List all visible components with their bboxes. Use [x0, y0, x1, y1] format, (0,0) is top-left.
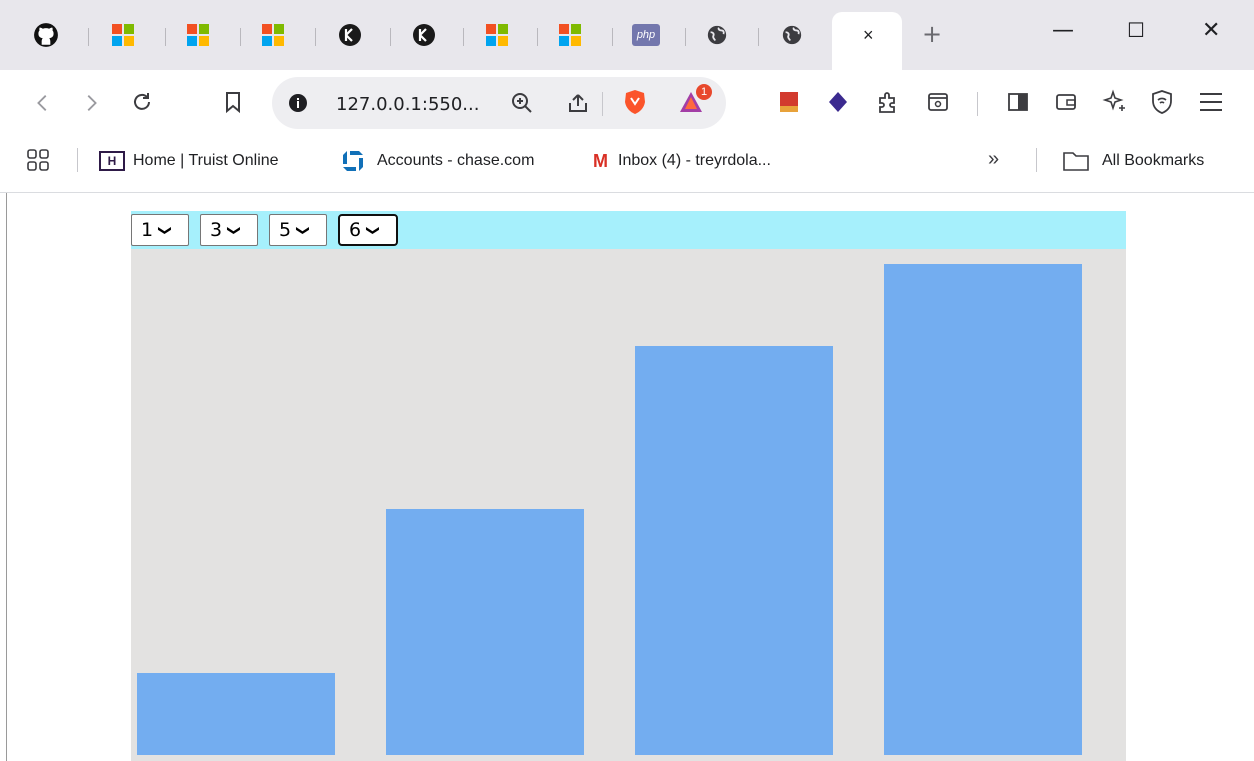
globe-icon	[707, 25, 727, 45]
bar-6	[884, 264, 1082, 755]
tab-strip: php × + — ☐ ✕	[0, 0, 1254, 70]
new-tab-button[interactable]: +	[922, 20, 942, 48]
page-edge-line	[6, 193, 7, 761]
tab-github[interactable]	[26, 12, 66, 58]
microsoft-icon	[262, 24, 284, 46]
zoom-icon[interactable]	[510, 91, 534, 115]
bookmark-chase-label: Accounts - chase.com	[377, 152, 535, 169]
tab-separator	[612, 28, 613, 46]
extension-diamond-icon[interactable]	[826, 90, 850, 114]
php-icon-label: php	[636, 29, 656, 41]
tab-globe-2[interactable]	[772, 12, 812, 58]
tab-separator	[463, 28, 464, 46]
chevron-down-icon: ❯	[365, 224, 381, 236]
back-icon[interactable]	[32, 92, 54, 114]
select-4[interactable]: 6 ❯	[338, 214, 398, 246]
microsoft-icon	[187, 24, 209, 46]
php-icon: php	[632, 24, 660, 46]
select-4-value: 6	[349, 219, 362, 241]
bookmarks-overflow-button[interactable]: »	[988, 148, 999, 171]
gmail-icon: M	[593, 151, 608, 172]
select-3[interactable]: 5 ❯	[269, 214, 327, 246]
microsoft-icon	[486, 24, 508, 46]
apps-grid-icon[interactable]	[26, 148, 50, 172]
menu-icon[interactable]	[1198, 90, 1224, 114]
chevron-down-icon: ❯	[157, 224, 173, 236]
truist-icon: H	[99, 151, 125, 171]
truist-icon-text: H	[107, 154, 117, 168]
select-2-value: 3	[210, 219, 223, 241]
tab-separator	[537, 28, 538, 46]
minimize-button[interactable]: —	[1052, 18, 1074, 43]
bookmark-truist-label: Home | Truist Online	[133, 152, 279, 169]
all-bookmarks-label: All Bookmarks	[1102, 152, 1205, 169]
bookmarks-separator	[1036, 148, 1037, 172]
microsoft-icon	[559, 24, 581, 46]
bar-5	[635, 346, 833, 755]
tab-separator	[390, 28, 391, 46]
tab-separator	[165, 28, 166, 46]
tab-close-button[interactable]: ×	[863, 25, 874, 46]
gmail-icon-text: M	[593, 150, 608, 171]
share-icon[interactable]	[566, 91, 590, 115]
chase-icon	[343, 151, 363, 171]
github-icon	[34, 23, 58, 47]
reload-icon[interactable]	[130, 90, 154, 114]
tab-globe-1[interactable]	[697, 12, 737, 58]
k-icon	[413, 24, 435, 46]
tab-microsoft-4[interactable]	[477, 12, 517, 58]
microsoft-icon	[112, 24, 134, 46]
site-info-icon[interactable]	[288, 93, 308, 113]
bookmark-gmail[interactable]: M Inbox (4) - treyrdola...	[593, 150, 771, 172]
rewards-badge-count: 1	[700, 86, 708, 98]
tab-microsoft-3[interactable]	[253, 12, 293, 58]
close-window-button[interactable]: ✕	[1202, 18, 1220, 43]
tab-microsoft-5[interactable]	[550, 12, 590, 58]
tab-separator	[315, 28, 316, 46]
maximize-button[interactable]: ☐	[1127, 18, 1145, 42]
extensions-puzzle-icon[interactable]	[875, 89, 901, 115]
k-icon	[339, 24, 361, 46]
bookmark-truist[interactable]: H Home | Truist Online	[99, 150, 279, 172]
bar-chart-area	[131, 249, 1126, 761]
select-1[interactable]: 1 ❯	[131, 214, 189, 246]
select-3-value: 5	[279, 219, 292, 241]
vpn-icon[interactable]	[1150, 89, 1174, 115]
tab-separator	[88, 28, 89, 46]
tab-separator	[240, 28, 241, 46]
folder-icon	[1063, 152, 1089, 171]
tab-separator	[758, 28, 759, 46]
all-bookmarks-button[interactable]: All Bookmarks	[1062, 150, 1204, 172]
chevron-down-icon: ❯	[295, 224, 311, 236]
globe-icon	[782, 25, 802, 45]
rewards-badge: 1	[696, 84, 712, 100]
tab-php[interactable]: php	[626, 12, 666, 58]
toolbar-separator	[977, 92, 978, 116]
select-1-value: 1	[141, 219, 154, 241]
omnibox-separator	[602, 92, 603, 116]
url-text[interactable]: 127.0.0.1:550...	[336, 94, 479, 115]
tab-search-icon[interactable]	[926, 90, 950, 114]
tab-k-1[interactable]	[330, 12, 370, 58]
bookmarks-separator	[77, 148, 78, 172]
leo-ai-icon[interactable]	[1102, 89, 1128, 115]
bar-1	[137, 673, 335, 755]
tab-k-2[interactable]	[404, 12, 444, 58]
tab-microsoft-2[interactable]	[178, 12, 218, 58]
sidebar-icon[interactable]	[1006, 90, 1030, 114]
select-2[interactable]: 3 ❯	[200, 214, 258, 246]
bookmark-chase[interactable]: Accounts - chase.com	[341, 150, 534, 172]
bar-3	[386, 509, 584, 755]
chevron-down-icon: ❯	[226, 224, 242, 236]
forward-icon[interactable]	[80, 92, 102, 114]
wallet-icon[interactable]	[1054, 90, 1078, 114]
brave-shields-icon[interactable]	[622, 88, 648, 116]
bookmark-gmail-label: Inbox (4) - treyrdola...	[618, 152, 771, 169]
bookmark-icon[interactable]	[222, 90, 244, 114]
tab-microsoft-1[interactable]	[103, 12, 143, 58]
extension-book-icon[interactable]	[778, 90, 800, 114]
tab-separator	[685, 28, 686, 46]
